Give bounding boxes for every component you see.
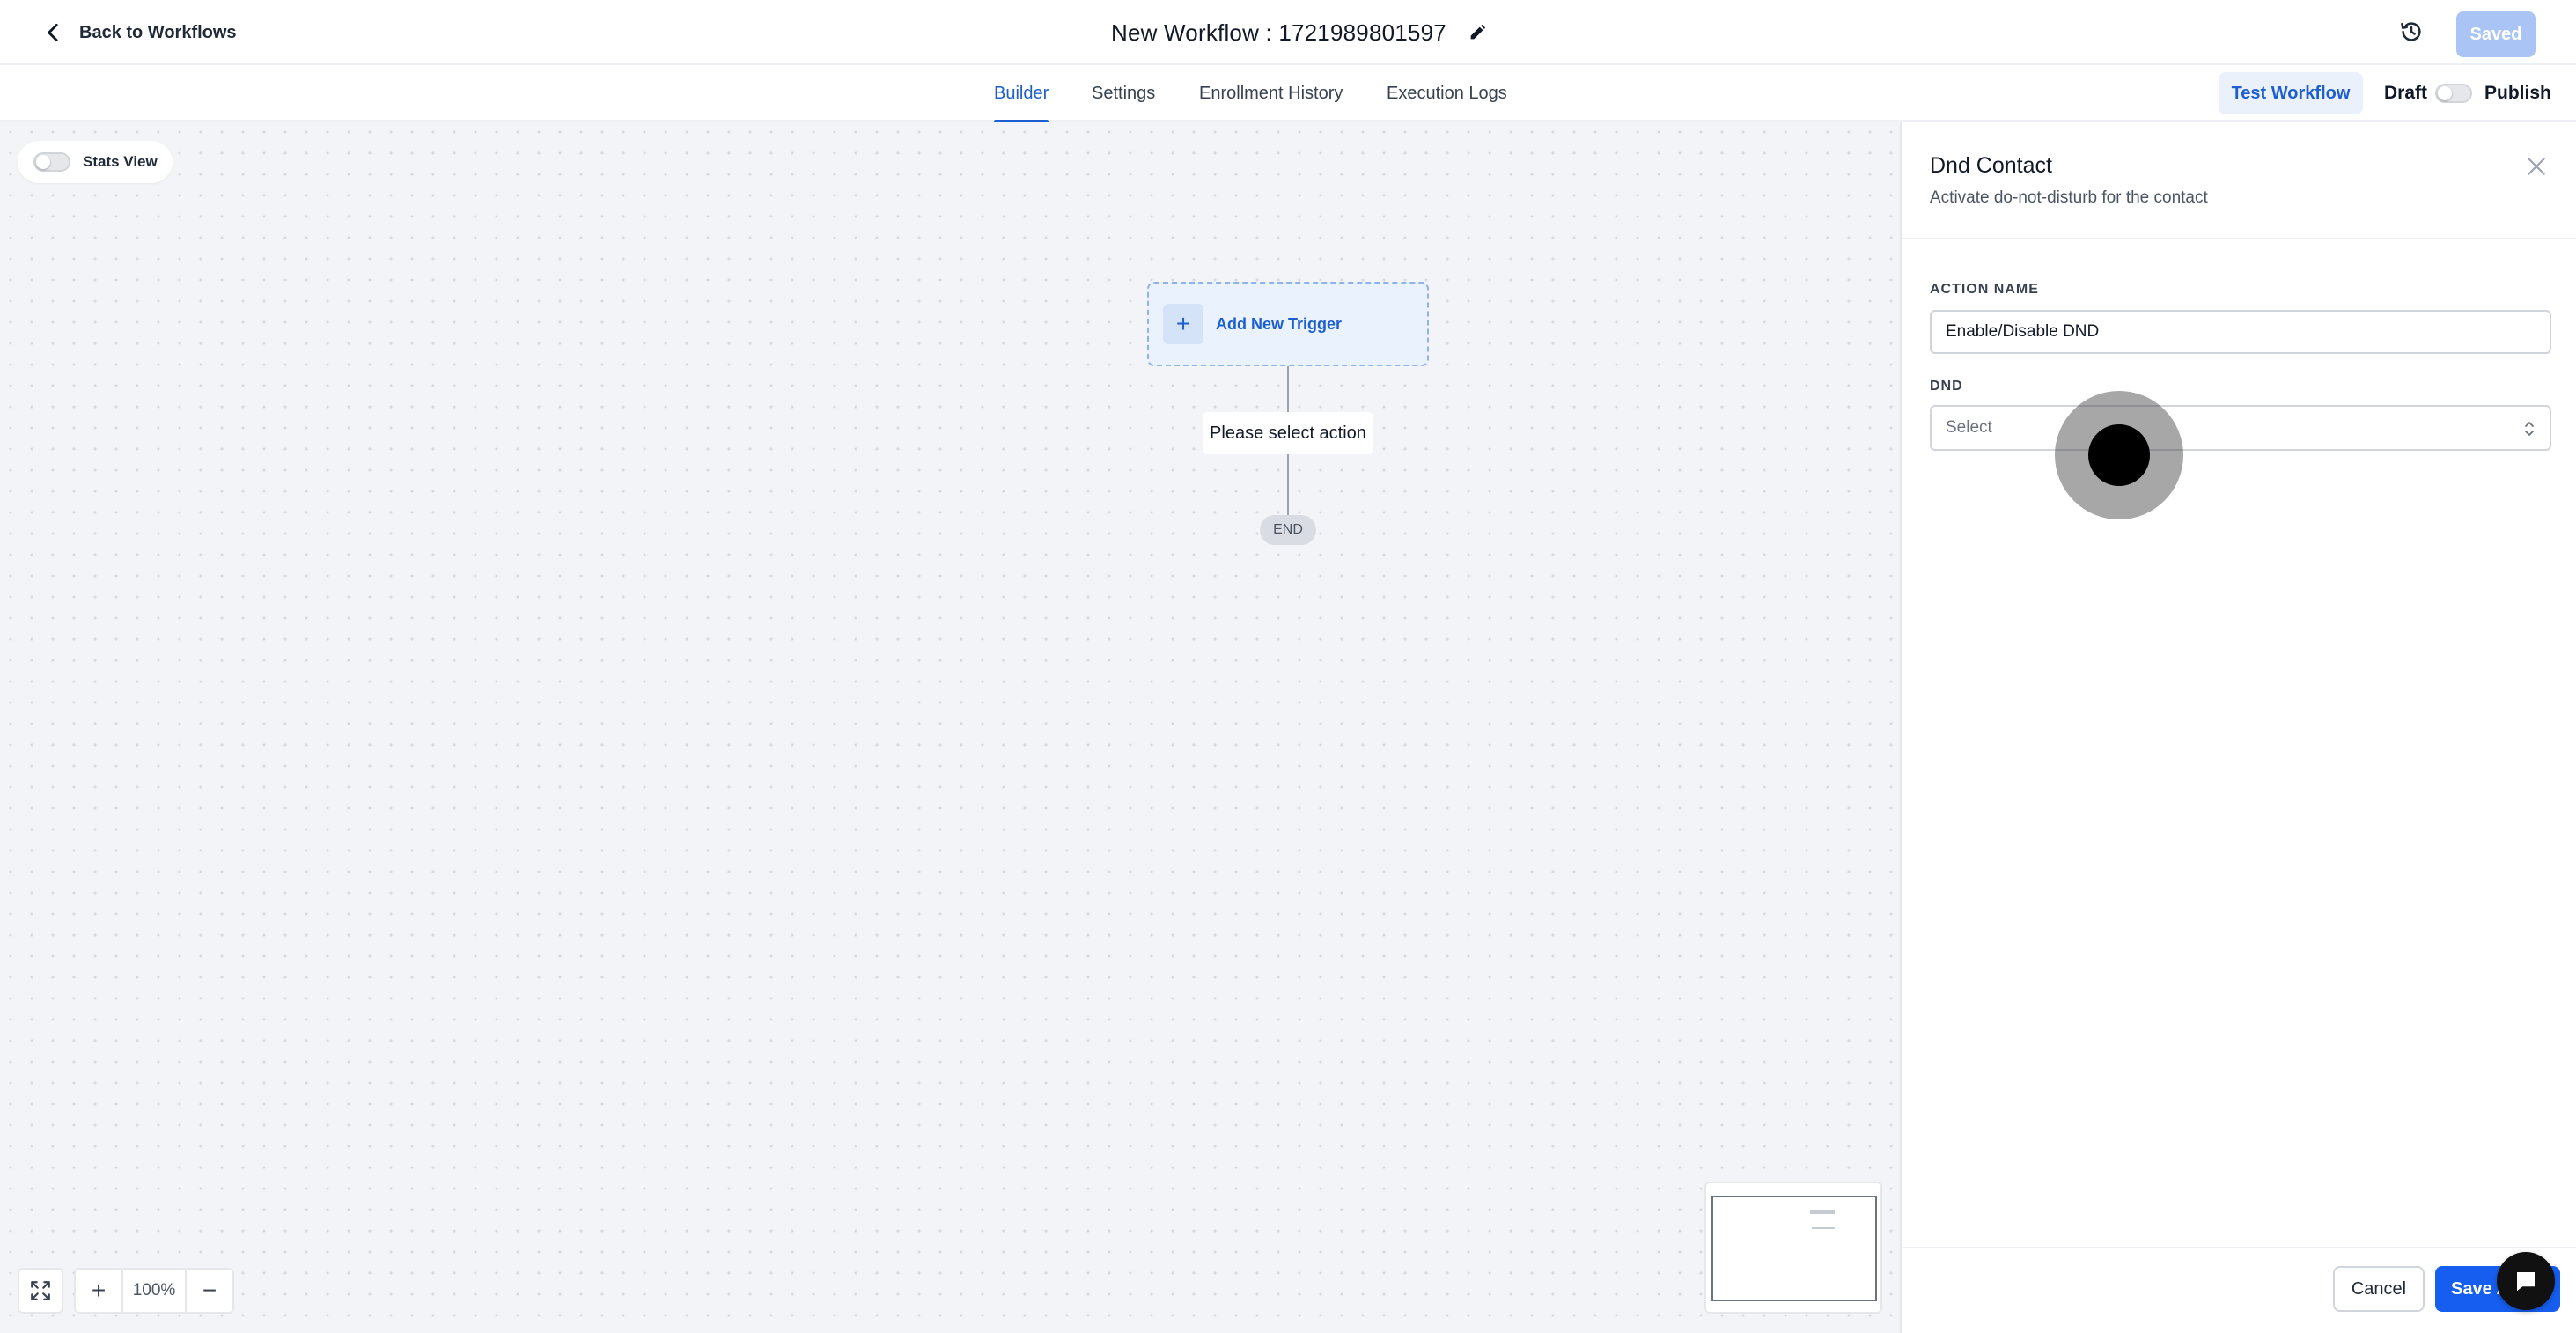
panel-subtitle: Activate do-not-disturb for the contact	[1930, 188, 2208, 207]
toggle-knob	[36, 155, 50, 169]
panel-divider	[1902, 238, 2576, 239]
chat-widget-button[interactable]	[2497, 1252, 2555, 1310]
back-to-workflows-link[interactable]: Back to Workflows	[42, 18, 237, 48]
stats-view-switch[interactable]: Stats View	[18, 141, 173, 183]
zoom-out-button[interactable]: −	[187, 1270, 232, 1312]
chat-bubble-icon	[2517, 1272, 2535, 1292]
connector-line	[1287, 454, 1289, 515]
chevron-left-icon	[48, 23, 58, 42]
minimap-viewport[interactable]	[1711, 1196, 1877, 1301]
tab-execution-logs[interactable]: Execution Logs	[1387, 65, 1507, 122]
zoom-in-button[interactable]: +	[76, 1270, 121, 1312]
publish-toggle[interactable]	[2435, 84, 2472, 103]
close-icon[interactable]	[2525, 155, 2548, 178]
select-action-node[interactable]: Please select action	[1203, 412, 1373, 454]
minimap-node	[1810, 1210, 1835, 1214]
plus-icon: +	[1163, 304, 1203, 344]
action-name-label: ACTION NAME	[1930, 282, 2039, 297]
tab-builder[interactable]: Builder	[994, 65, 1049, 123]
zoom-level: 100%	[121, 1270, 187, 1312]
panel-title: Dnd Contact	[1930, 153, 2052, 178]
zoom-controls: + 100% −	[74, 1268, 234, 1314]
tab-enrollment-history[interactable]: Enrollment History	[1199, 65, 1343, 122]
action-name-input[interactable]	[1930, 310, 2551, 354]
draft-label: Draft	[2384, 83, 2428, 103]
cancel-button[interactable]: Cancel	[2333, 1266, 2425, 1312]
fit-to-screen-button[interactable]	[18, 1268, 63, 1314]
connector-line	[1287, 366, 1289, 412]
workflow-title-group: New Workflow : 1721989801597	[1111, 16, 1487, 49]
end-node: END	[1260, 515, 1316, 545]
dnd-label: DND	[1930, 379, 1963, 394]
footer-divider	[1902, 1247, 2576, 1248]
up-down-chevron-icon	[2525, 422, 2534, 436]
add-trigger-label: Add New Trigger	[1216, 314, 1343, 333]
saved-button[interactable]: Saved	[2456, 11, 2536, 57]
back-link-label: Back to Workflows	[79, 22, 237, 42]
publish-label: Publish	[2484, 83, 2551, 103]
pencil-icon[interactable]	[1468, 23, 1487, 42]
tab-settings[interactable]: Settings	[1092, 65, 1155, 122]
dnd-select-placeholder: Select	[1946, 418, 1992, 437]
toggle-knob	[2438, 86, 2452, 100]
top-header: Back to Workflows New Workflow : 1721989…	[0, 0, 2576, 65]
fit-to-screen-icon	[31, 1281, 50, 1300]
stats-view-label: Stats View	[83, 153, 158, 170]
minimap[interactable]	[1704, 1182, 1882, 1314]
minimap-node	[1812, 1227, 1835, 1229]
click-indicator	[2055, 391, 2183, 519]
history-clock-icon[interactable]	[2398, 18, 2425, 45]
test-workflow-button[interactable]: Test Workflow	[2219, 72, 2363, 114]
workflow-title: New Workflow : 1721989801597	[1111, 18, 1446, 46]
workflow-canvas[interactable]: Stats View + Add New Trigger Please sele…	[0, 122, 1900, 1333]
stats-view-toggle[interactable]	[33, 152, 70, 172]
action-settings-panel: Dnd Contact Activate do-not-disturb for …	[1900, 122, 2576, 1333]
dnd-select[interactable]: Select	[1930, 405, 2551, 451]
click-indicator-dot	[2088, 424, 2150, 486]
tab-bar: Builder Settings Enrollment History Exec…	[0, 65, 2576, 123]
add-new-trigger-card[interactable]: + Add New Trigger	[1147, 282, 1429, 366]
